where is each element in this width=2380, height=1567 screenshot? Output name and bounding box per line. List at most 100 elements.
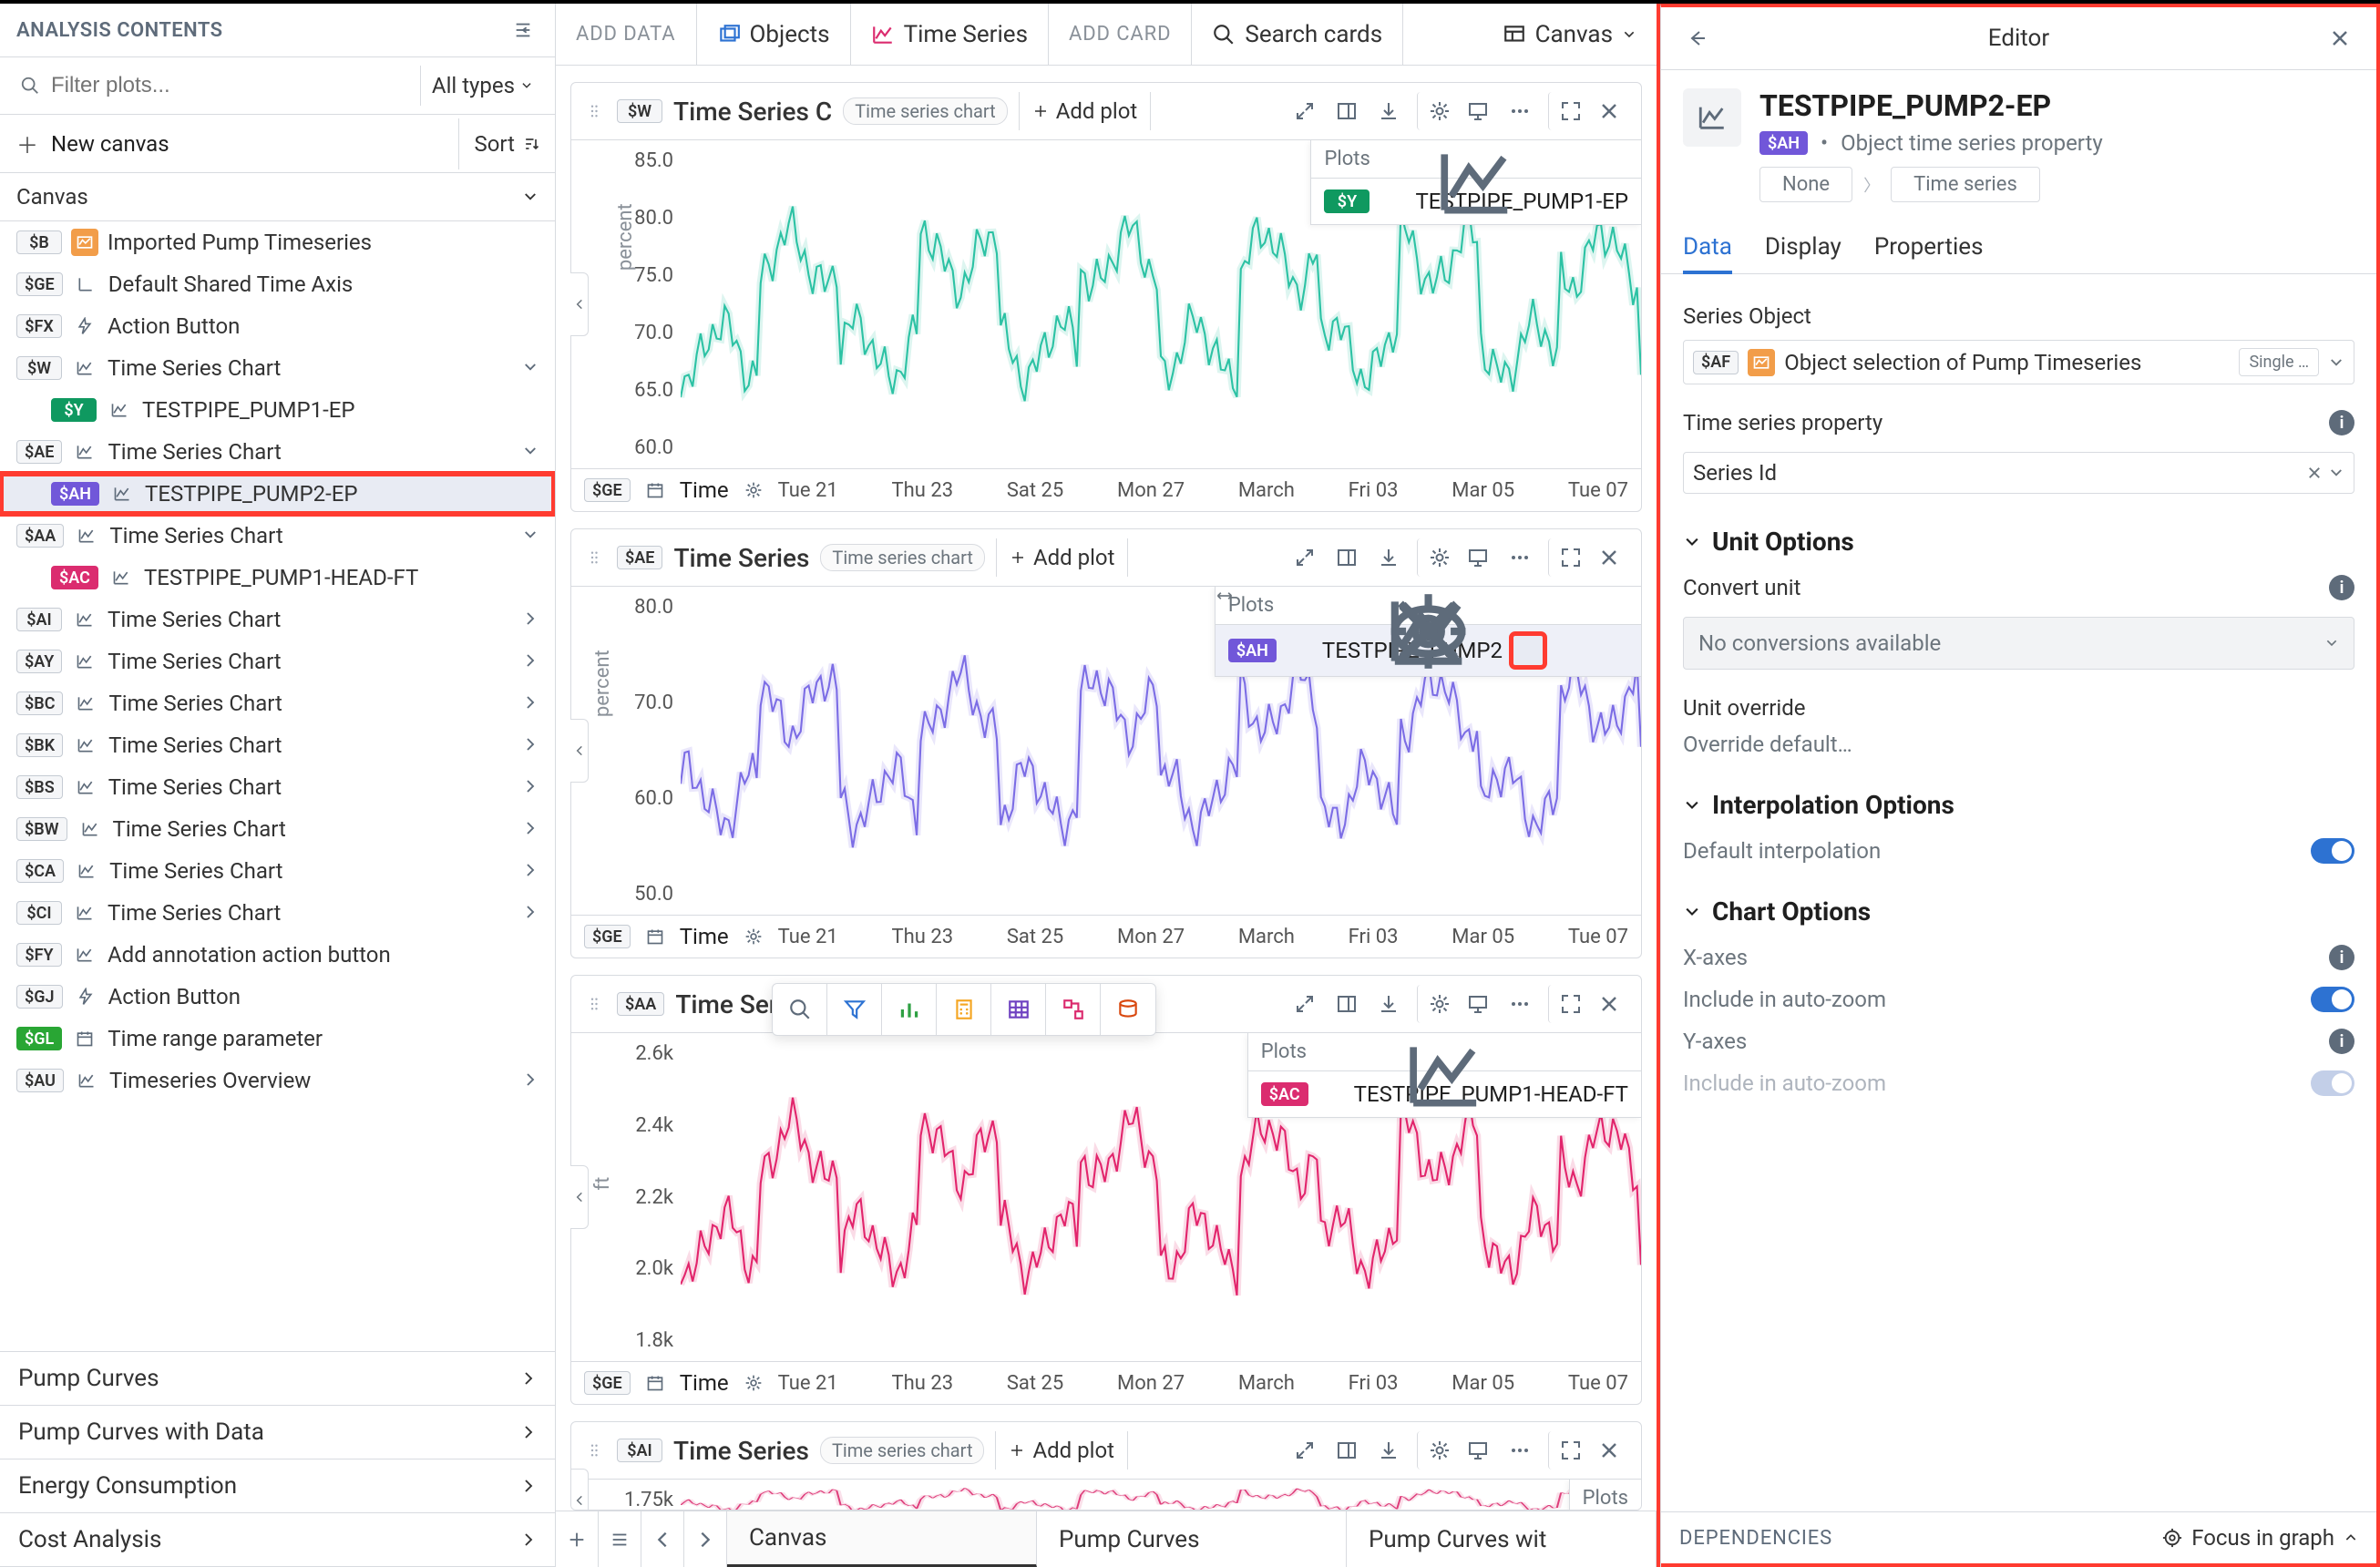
canvas-scroll[interactable]: $WTime Series CTime series chartAdd plot… <box>556 66 1657 1511</box>
sidebar-item[interactable]: $ACTESTPIPE_PUMP1-HEAD-FT <box>0 557 555 599</box>
objects-button[interactable]: Objects <box>717 21 830 48</box>
sidebar-group[interactable]: Pump Curves with Data <box>0 1406 555 1459</box>
sidebar-item[interactable]: $CATime Series Chart <box>0 850 555 892</box>
sidebar-item[interactable]: $GLTime range parameter <box>0 1018 555 1060</box>
sidebar-item[interactable]: $AITime Series Chart <box>0 599 555 640</box>
more-button[interactable] <box>1501 92 1539 130</box>
canvas-tab[interactable]: Pump Curves <box>1037 1511 1347 1567</box>
sidebar-item[interactable]: $BSTime Series Chart <box>0 766 555 808</box>
sidebar-group[interactable]: Cost Analysis <box>0 1513 555 1567</box>
collapse-handle[interactable] <box>570 272 589 336</box>
expand-icon[interactable] <box>522 858 539 884</box>
close-card-button[interactable] <box>1590 1431 1628 1470</box>
sidebar-item[interactable]: $FXAction Button <box>0 305 555 347</box>
convert-unit-dropdown[interactable]: No conversions available <box>1683 617 2354 670</box>
plot-item[interactable]: $AHTESTPIPE_PUMP2 <box>1216 625 1641 676</box>
sidebar-item[interactable]: $GJAction Button <box>0 976 555 1018</box>
info-icon[interactable]: i <box>2329 410 2354 435</box>
present-button[interactable] <box>1459 92 1497 130</box>
drag-handle[interactable] <box>584 547 606 568</box>
calendar-icon[interactable] <box>641 923 669 950</box>
editor-back-button[interactable] <box>1679 20 1716 56</box>
expand-icon[interactable] <box>522 355 539 381</box>
present-button[interactable] <box>1459 538 1497 577</box>
add-plot-button[interactable]: Add plot <box>1019 92 1152 130</box>
sidebar-item[interactable]: $YTESTPIPE_PUMP1-EP <box>0 389 555 431</box>
more-button[interactable] <box>1501 985 1539 1023</box>
series-object-field[interactable]: $AF Object selection of Pump Timeseries … <box>1683 340 2354 384</box>
focus-button[interactable] <box>1286 538 1324 577</box>
expand-icon[interactable] <box>522 649 539 674</box>
new-canvas-button[interactable]: ＋ New canvas <box>0 115 458 172</box>
unit-options-header[interactable]: Unit Options <box>1683 527 2354 557</box>
sidebar-item[interactable]: $BCTime Series Chart <box>0 682 555 724</box>
types-dropdown[interactable]: All types <box>420 66 544 106</box>
close-card-button[interactable] <box>1590 92 1628 130</box>
tab-data[interactable]: Data <box>1683 220 1732 273</box>
default-interp-switch[interactable] <box>2311 838 2354 864</box>
info-icon[interactable]: i <box>2329 945 2354 970</box>
expand-icon[interactable] <box>522 774 539 800</box>
tab-display[interactable]: Display <box>1765 220 1841 273</box>
sidebar-item[interactable]: $GEDefault Shared Time Axis <box>0 263 555 305</box>
toolbar-db-button[interactable] <box>1101 984 1155 1035</box>
add-tab-button[interactable] <box>556 1511 599 1567</box>
tab-next-button[interactable] <box>684 1511 727 1567</box>
sidebar-item[interactable]: $CITime Series Chart <box>0 892 555 934</box>
sidebar-item[interactable]: $AHTESTPIPE_PUMP2-EP <box>0 473 555 515</box>
info-icon[interactable]: i <box>2329 575 2354 600</box>
expand-icon[interactable] <box>522 607 539 632</box>
canvas-section-header[interactable]: Canvas <box>0 173 555 221</box>
canvas-tab[interactable]: Canvas <box>727 1511 1037 1567</box>
tab-list-button[interactable] <box>599 1511 641 1567</box>
collapse-handle[interactable] <box>570 719 589 783</box>
sidebar-item[interactable]: $WTime Series Chart <box>0 347 555 389</box>
collapse-handle[interactable] <box>570 1469 589 1511</box>
sidebar-item[interactable]: $AYTime Series Chart <box>0 640 555 682</box>
plot-remove-button[interactable] <box>1595 634 1628 667</box>
search-cards-button[interactable]: Search cards <box>1212 21 1382 48</box>
settings-button[interactable] <box>1417 92 1455 130</box>
toolbar-filter-button[interactable] <box>827 984 882 1035</box>
expand-icon[interactable] <box>522 816 539 842</box>
drag-handle[interactable] <box>584 100 606 122</box>
panel-button[interactable] <box>1328 985 1366 1023</box>
time-settings-button[interactable] <box>740 476 767 504</box>
focus-button[interactable] <box>1286 92 1324 130</box>
editor-close-button[interactable] <box>2322 20 2358 56</box>
breadcrumb-step[interactable]: Time series <box>1891 167 2040 202</box>
drag-handle[interactable] <box>584 1439 606 1461</box>
download-button[interactable] <box>1370 985 1408 1023</box>
focus-in-graph-button[interactable]: Focus in graph <box>2162 1525 2358 1551</box>
sidebar-item[interactable]: $BImported Pump Timeseries <box>0 221 555 263</box>
download-button[interactable] <box>1370 1431 1408 1470</box>
settings-button[interactable] <box>1417 1431 1455 1470</box>
expand-icon[interactable] <box>522 1068 539 1093</box>
sidebar-item[interactable]: $BWTime Series Chart <box>0 808 555 850</box>
sidebar-item[interactable]: $BKTime Series Chart <box>0 724 555 766</box>
close-card-button[interactable] <box>1590 985 1628 1023</box>
time-settings-button[interactable] <box>740 923 767 950</box>
interp-options-header[interactable]: Interpolation Options <box>1683 790 2354 820</box>
settings-button[interactable] <box>1417 538 1455 577</box>
filter-search[interactable] <box>11 65 413 107</box>
sort-button[interactable]: Sort <box>458 118 555 169</box>
time-series-button[interactable]: Time Series <box>871 21 1028 48</box>
toolbar-bars-button[interactable] <box>882 984 937 1035</box>
sidebar-item[interactable]: $AETime Series Chart <box>0 431 555 473</box>
expand-icon[interactable] <box>522 439 539 465</box>
info-icon[interactable]: i <box>2329 1029 2354 1054</box>
expand-icon[interactable] <box>522 900 539 926</box>
sidebar-group[interactable]: Pump Curves <box>0 1352 555 1406</box>
fullscreen-button[interactable] <box>1548 985 1586 1023</box>
toolbar-table-button[interactable] <box>991 984 1046 1035</box>
present-button[interactable] <box>1459 1431 1497 1470</box>
expand-icon[interactable] <box>522 523 539 548</box>
download-button[interactable] <box>1370 538 1408 577</box>
ts-property-field[interactable]: Series Id <box>1683 452 2354 494</box>
close-card-button[interactable] <box>1590 538 1628 577</box>
download-button[interactable] <box>1370 92 1408 130</box>
focus-button[interactable] <box>1286 1431 1324 1470</box>
plot-item[interactable]: $ACTESTPIPE_PUMP1-HEAD-FT <box>1248 1071 1641 1117</box>
calendar-icon[interactable] <box>641 1369 669 1397</box>
